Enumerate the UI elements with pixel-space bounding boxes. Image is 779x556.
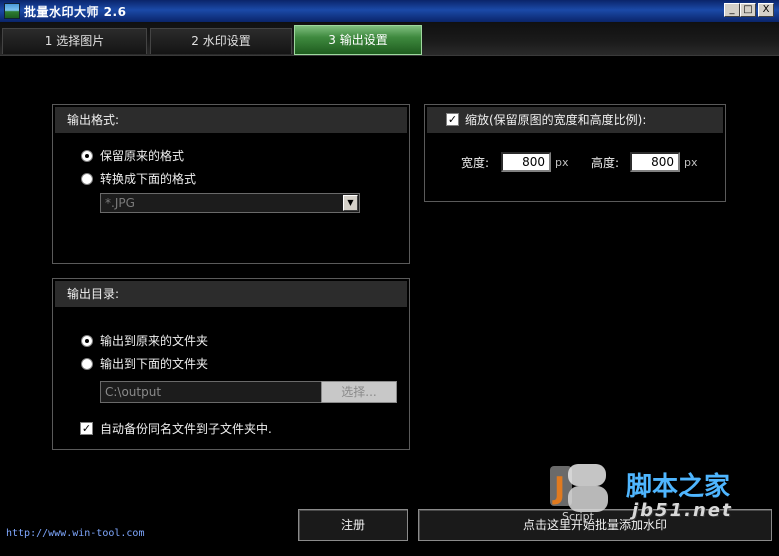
maximize-button[interactable]: □ xyxy=(740,3,756,17)
output-format-header: 输出格式: xyxy=(55,107,407,133)
convert-format-label: 转换成下面的格式 xyxy=(100,172,197,186)
resize-panel: ✓ 缩放(保留原图的宽度和高度比例): 宽度: 800 px 高度: 800 p… xyxy=(424,104,726,202)
title-bar: 批量水印大师 2.6 _ □ X xyxy=(0,0,779,22)
close-button[interactable]: X xyxy=(758,3,774,17)
output-format-panel: 输出格式: 保留原来的格式 转换成下面的格式 *.JPG ▼ xyxy=(52,104,410,264)
tab-select-images[interactable]: 1 选择图片 xyxy=(2,28,147,54)
width-input[interactable]: 800 xyxy=(501,152,551,172)
output-path-input[interactable]: C:\output xyxy=(100,381,322,403)
tab-watermark-settings[interactable]: 2 水印设置 xyxy=(150,28,292,54)
keep-format-radio[interactable] xyxy=(81,150,93,162)
tab-bar: 1 选择图片 2 水印设置 3 输出设置 xyxy=(0,22,779,56)
watermark-en-text: jb51.net xyxy=(632,500,733,521)
convert-format-radio[interactable] xyxy=(81,173,93,185)
output-dir-panel: 输出目录: 输出到原来的文件夹 输出到下面的文件夹 C:\output 选择..… xyxy=(52,278,410,450)
width-unit: px xyxy=(555,156,569,169)
keep-format-label: 保留原来的格式 xyxy=(100,149,185,163)
window-title: 批量水印大师 2.6 xyxy=(24,5,127,19)
browse-button[interactable]: 选择... xyxy=(321,381,397,403)
register-button[interactable]: 注册 xyxy=(298,509,408,541)
site-watermark: J 脚本之家 jb51.net Script xyxy=(548,460,758,526)
format-select-value: *.JPG xyxy=(105,196,135,210)
backup-checkbox[interactable]: ✓ xyxy=(80,422,93,435)
original-folder-label: 输出到原来的文件夹 xyxy=(100,334,209,348)
resize-label: 缩放(保留原图的宽度和高度比例): xyxy=(465,113,647,127)
content-area: 输出格式: 保留原来的格式 转换成下面的格式 *.JPG ▼ 输出目录: 输出到… xyxy=(0,56,779,556)
watermark-cn-text: 脚本之家 xyxy=(626,472,731,502)
svg-text:J: J xyxy=(552,471,565,506)
watermark-script-text: Script xyxy=(562,510,594,523)
height-unit: px xyxy=(684,156,698,169)
custom-folder-label: 输出到下面的文件夹 xyxy=(100,357,209,371)
resize-checkbox[interactable]: ✓ xyxy=(446,113,459,126)
custom-folder-radio[interactable] xyxy=(81,358,93,370)
format-select[interactable]: *.JPG ▼ xyxy=(100,193,360,213)
height-input[interactable]: 800 xyxy=(630,152,680,172)
backup-label: 自动备份同名文件到子文件夹中. xyxy=(100,422,272,436)
resize-header: ✓ 缩放(保留原图的宽度和高度比例): xyxy=(427,107,723,133)
website-link[interactable]: http://www.win-tool.com xyxy=(6,528,144,539)
chevron-down-icon[interactable]: ▼ xyxy=(343,195,358,211)
original-folder-radio[interactable] xyxy=(81,335,93,347)
tab-output-settings[interactable]: 3 输出设置 xyxy=(294,25,422,55)
height-label: 高度: xyxy=(591,156,620,170)
width-label: 宽度: xyxy=(461,156,490,170)
minimize-button[interactable]: _ xyxy=(724,3,740,17)
app-icon xyxy=(4,3,20,19)
output-dir-header: 输出目录: xyxy=(55,281,407,307)
